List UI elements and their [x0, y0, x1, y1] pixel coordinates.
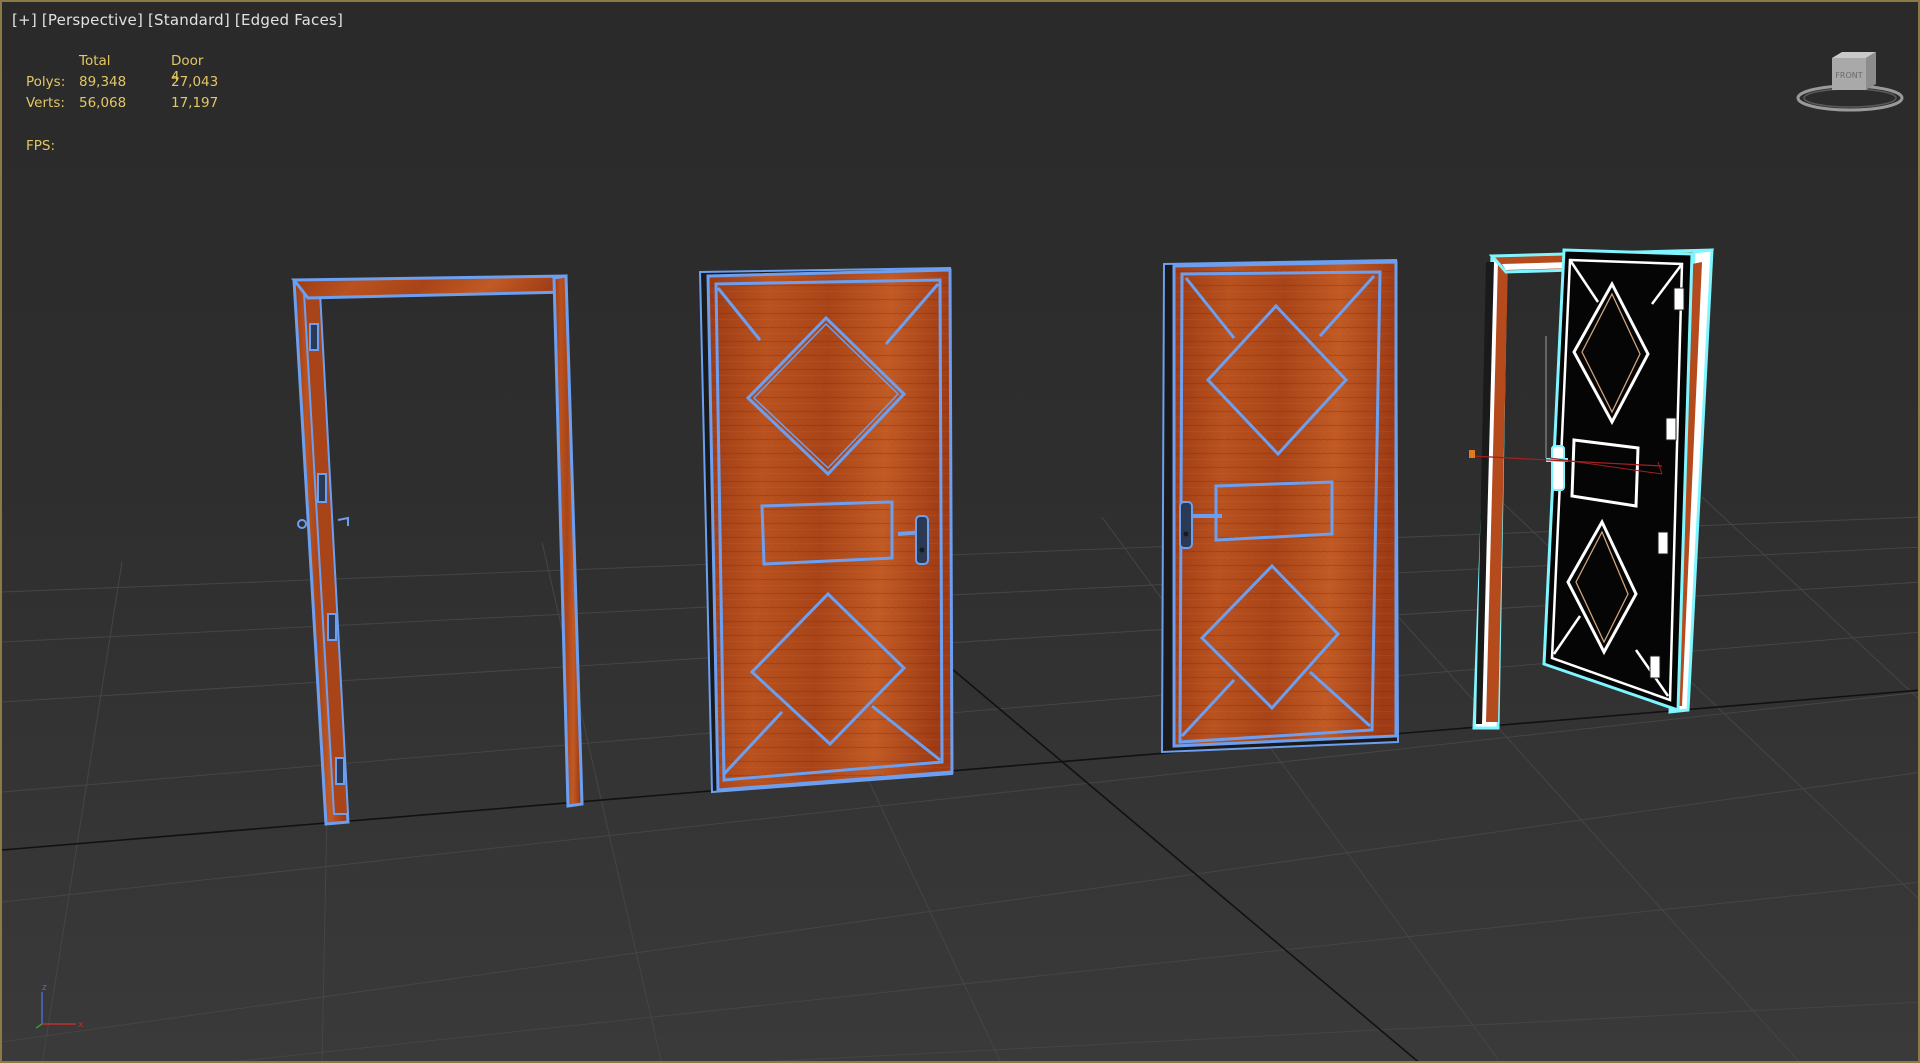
perspective-viewport[interactable]: [+] [Perspective] [Standard] [Edged Face…: [0, 0, 1920, 1063]
axis-x-label: x: [78, 1020, 84, 1030]
viewcube-face-label: FRONT: [1835, 71, 1862, 80]
viewport-menu-shading-standard[interactable]: [Standard]: [148, 11, 230, 29]
viewport-label[interactable]: [+] [Perspective] [Standard] [Edged Face…: [12, 11, 343, 29]
stats-header-total: Total: [79, 53, 111, 69]
viewport-menu-display[interactable]: [Edged Faces]: [235, 11, 343, 29]
axis-z-label: z: [42, 983, 47, 993]
stats-polys-selected: 27,043: [171, 74, 219, 90]
stats-verts-total: 56,068: [79, 95, 127, 111]
stats-verts-selected: 17,197: [171, 95, 219, 111]
viewport-menu-plus[interactable]: [+]: [12, 11, 37, 29]
viewcube-icon[interactable]: FRONT: [1792, 48, 1907, 118]
door-1-frame[interactable]: [290, 274, 584, 826]
fps-label: FPS:: [26, 138, 56, 154]
scene-canvas[interactable]: [2, 2, 1920, 1063]
stats-polys-label: Polys:: [26, 74, 66, 90]
door-2-closed[interactable]: [698, 266, 954, 794]
stats-polys-total: 89,348: [79, 74, 127, 90]
stats-verts-label: Verts:: [26, 95, 65, 111]
viewport-menu-view[interactable]: [Perspective]: [42, 11, 143, 29]
door-4-open-selected[interactable]: [1469, 248, 1714, 730]
door-3-closed[interactable]: [1160, 258, 1400, 754]
axis-tripod-icon: z x: [35, 983, 84, 1030]
